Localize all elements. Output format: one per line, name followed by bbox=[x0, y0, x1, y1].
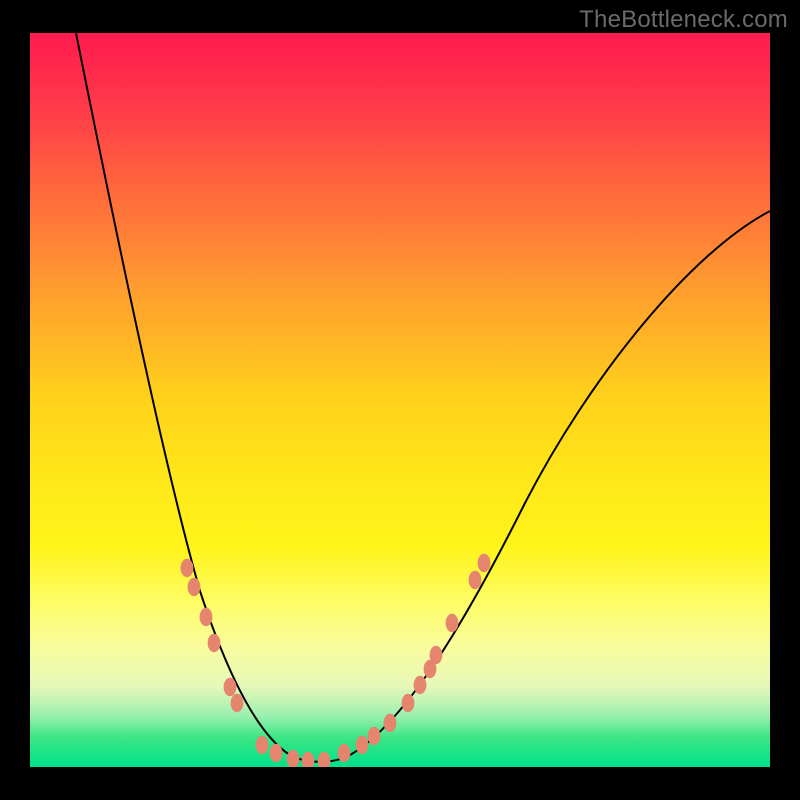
data-point-10 bbox=[318, 752, 331, 767]
curve-layer bbox=[76, 33, 770, 762]
data-point-0 bbox=[181, 559, 194, 577]
points-layer bbox=[181, 554, 491, 767]
data-point-11 bbox=[338, 744, 351, 762]
data-point-18 bbox=[430, 646, 443, 664]
data-point-12 bbox=[356, 736, 369, 754]
data-point-21 bbox=[478, 554, 491, 572]
data-point-15 bbox=[402, 694, 415, 712]
data-point-1 bbox=[188, 578, 201, 596]
series-bottleneck-curve bbox=[76, 33, 770, 762]
data-point-8 bbox=[287, 750, 300, 767]
chart-svg bbox=[30, 33, 770, 767]
data-point-7 bbox=[270, 744, 283, 762]
data-point-16 bbox=[414, 676, 427, 694]
data-point-6 bbox=[256, 736, 269, 754]
data-point-9 bbox=[302, 752, 315, 767]
data-point-13 bbox=[368, 727, 381, 745]
data-point-19 bbox=[446, 614, 459, 632]
plot-area bbox=[30, 33, 770, 767]
data-point-5 bbox=[231, 694, 244, 712]
data-point-4 bbox=[224, 678, 237, 696]
data-point-2 bbox=[200, 608, 213, 626]
data-point-3 bbox=[208, 634, 221, 652]
watermark-text: TheBottleneck.com bbox=[579, 6, 788, 34]
data-point-14 bbox=[384, 714, 397, 732]
data-point-20 bbox=[469, 571, 482, 589]
chart-frame: TheBottleneck.com bbox=[0, 0, 800, 800]
